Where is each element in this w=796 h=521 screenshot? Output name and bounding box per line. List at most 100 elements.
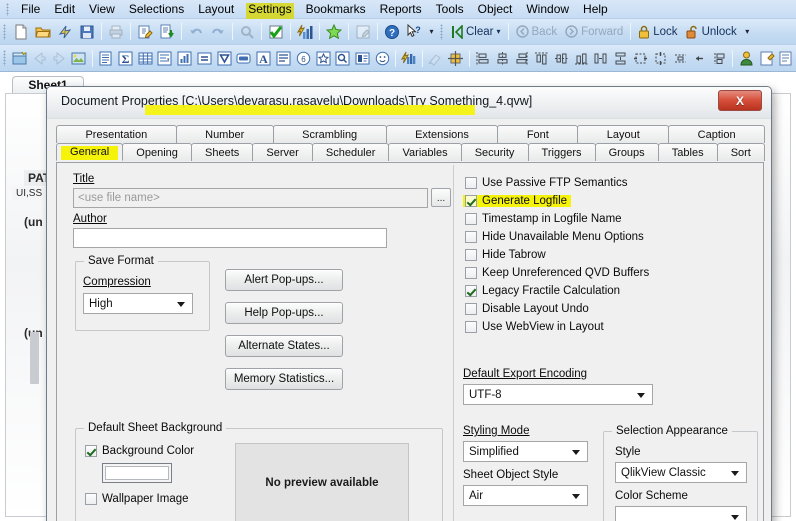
favorites-icon[interactable] — [324, 22, 344, 42]
clear-dropdown-icon[interactable]: ▾ — [496, 27, 500, 36]
timestamp-in-logfile-name-checkbox[interactable]: Timestamp in Logfile Name — [465, 213, 622, 225]
text-object-icon[interactable]: A — [255, 48, 273, 68]
statistics-box-icon[interactable]: Σ — [117, 48, 135, 68]
sheet-object-style-select[interactable]: Air — [463, 485, 588, 506]
unlock-button[interactable]: Unlock — [682, 22, 741, 42]
toolbar-grip[interactable] — [3, 23, 6, 40]
tab-caption[interactable]: Caption — [668, 125, 766, 143]
hide-tabrow-checkbox[interactable]: Hide Tabrow — [465, 249, 546, 261]
title-input[interactable]: <use file name> — [73, 188, 428, 208]
next-sheet-icon[interactable] — [50, 48, 68, 68]
tab-variables[interactable]: Variables — [388, 143, 462, 161]
slider-calendar-icon[interactable]: 6 — [294, 48, 312, 68]
align-right-icon[interactable] — [513, 48, 531, 68]
sheet-properties-icon[interactable] — [70, 48, 88, 68]
export-icon[interactable] — [157, 22, 177, 42]
multi-box-icon[interactable] — [156, 48, 174, 68]
menu-item-tools[interactable]: Tools — [429, 0, 471, 18]
current-selections-box-icon[interactable] — [215, 48, 233, 68]
print-icon[interactable] — [106, 22, 126, 42]
tab-server[interactable]: Server — [252, 143, 313, 161]
chart-icon[interactable] — [176, 48, 194, 68]
custom-object-icon[interactable] — [373, 48, 391, 68]
menu-item-settings[interactable]: Settings — [241, 0, 298, 19]
group-objects-icon[interactable] — [711, 48, 729, 68]
new-sheet-icon[interactable] — [11, 48, 29, 68]
clear-button[interactable]: Clear ▾ — [447, 22, 505, 42]
grid-icon[interactable] — [447, 48, 465, 68]
toolbar-overflow-icon[interactable]: ▾ — [426, 22, 437, 42]
align-middle-icon[interactable] — [553, 48, 571, 68]
tab-triggers[interactable]: Triggers — [527, 143, 596, 161]
charts-icon[interactable] — [295, 22, 315, 42]
previous-sheet-icon[interactable] — [30, 48, 48, 68]
menu-item-file[interactable]: File — [14, 0, 47, 18]
use-webview-in-layout-checkbox[interactable]: Use WebView in Layout — [465, 321, 604, 333]
object-icon[interactable] — [777, 48, 795, 68]
tab-layout[interactable]: Layout — [577, 125, 670, 143]
forward-button[interactable]: Forward — [561, 22, 627, 42]
context-help-icon[interactable]: ? — [404, 22, 424, 42]
keep-unreferenced-qvd-buffers-checkbox[interactable]: Keep Unreferenced QVD Buffers — [465, 267, 649, 279]
menu-item-reports[interactable]: Reports — [373, 0, 429, 18]
tab-scrambling[interactable]: Scrambling — [272, 125, 387, 143]
tab-groups[interactable]: Groups — [594, 143, 659, 161]
bookmark-object-icon[interactable] — [314, 48, 332, 68]
tab-general[interactable]: General — [56, 143, 124, 161]
background-color-swatch-button[interactable] — [102, 463, 172, 483]
menu-item-window[interactable]: Window — [519, 0, 576, 18]
lock-button[interactable]: Lock — [634, 22, 681, 42]
navigation-overflow-icon[interactable]: ▾ — [742, 22, 753, 42]
align-size-icon[interactable] — [691, 48, 709, 68]
color-scheme-select[interactable] — [615, 506, 747, 521]
use-passive-ftp-semantics-checkbox[interactable]: Use Passive FTP Semantics — [465, 177, 628, 189]
export-encoding-select[interactable]: UTF-8 — [463, 384, 653, 405]
container-icon[interactable] — [354, 48, 372, 68]
button-icon[interactable] — [235, 48, 253, 68]
current-selections-icon[interactable] — [266, 22, 286, 42]
wallpaper-image-checkbox[interactable]: Wallpaper Image — [85, 493, 189, 505]
open-folder-icon[interactable] — [33, 22, 53, 42]
close-button[interactable]: X — [718, 90, 762, 111]
background-color-checkbox[interactable]: Background Color — [85, 445, 194, 457]
edit-script-icon[interactable] — [135, 22, 155, 42]
compression-select[interactable]: High — [83, 293, 193, 314]
reload-icon[interactable] — [55, 22, 75, 42]
generate-logfile-checkbox[interactable]: Generate Logfile — [463, 195, 572, 207]
tab-sheets[interactable]: Sheets — [190, 143, 254, 161]
menu-item-help[interactable]: Help — [576, 0, 615, 18]
selection-style-select[interactable]: QlikView Classic — [615, 462, 747, 483]
tab-tables[interactable]: Tables — [657, 143, 718, 161]
input-box-icon[interactable] — [196, 48, 214, 68]
tab-sort[interactable]: Sort — [716, 143, 765, 161]
dialog-titlebar[interactable]: Document Properties [C:\Users\devarasu.r… — [47, 87, 771, 119]
shrink-icon[interactable] — [651, 48, 669, 68]
space-horizontally-icon[interactable] — [592, 48, 610, 68]
tab-presentation[interactable]: Presentation — [56, 125, 177, 143]
search-object-icon[interactable] — [334, 48, 352, 68]
menu-item-bookmarks[interactable]: Bookmarks — [299, 0, 373, 18]
hide-unavailable-menu-options-checkbox[interactable]: Hide Unavailable Menu Options — [465, 231, 644, 243]
title-browse-button[interactable]: ... — [431, 188, 451, 207]
sheet-scrollbar[interactable] — [30, 332, 39, 384]
styling-mode-select[interactable]: Simplified — [463, 441, 588, 462]
align-bottom-icon[interactable] — [572, 48, 590, 68]
menu-item-view[interactable]: View — [82, 0, 122, 18]
align-top-icon[interactable] — [533, 48, 551, 68]
format-painter-icon[interactable] — [427, 48, 445, 68]
menu-item-edit[interactable]: Edit — [47, 0, 82, 18]
tab-extensions[interactable]: Extensions — [385, 125, 499, 143]
disable-layout-undo-checkbox[interactable]: Disable Layout Undo — [465, 303, 589, 315]
menu-item-selections[interactable]: Selections — [122, 0, 191, 18]
legacy-fractile-calculation-checkbox[interactable]: Legacy Fractile Calculation — [465, 285, 620, 297]
tab-opening[interactable]: Opening — [122, 143, 192, 161]
user-icon[interactable] — [737, 48, 755, 68]
navigation-toolbar-grip[interactable] — [440, 23, 443, 40]
help-icon[interactable]: ? — [382, 22, 402, 42]
design-grid-icon[interactable] — [757, 48, 775, 68]
align-left-icon[interactable] — [474, 48, 492, 68]
memory-statistics-button[interactable]: Memory Statistics... — [225, 368, 343, 390]
tab-number[interactable]: Number — [175, 125, 274, 143]
menu-item-layout[interactable]: Layout — [191, 0, 241, 18]
space-vertically-icon[interactable] — [612, 48, 630, 68]
